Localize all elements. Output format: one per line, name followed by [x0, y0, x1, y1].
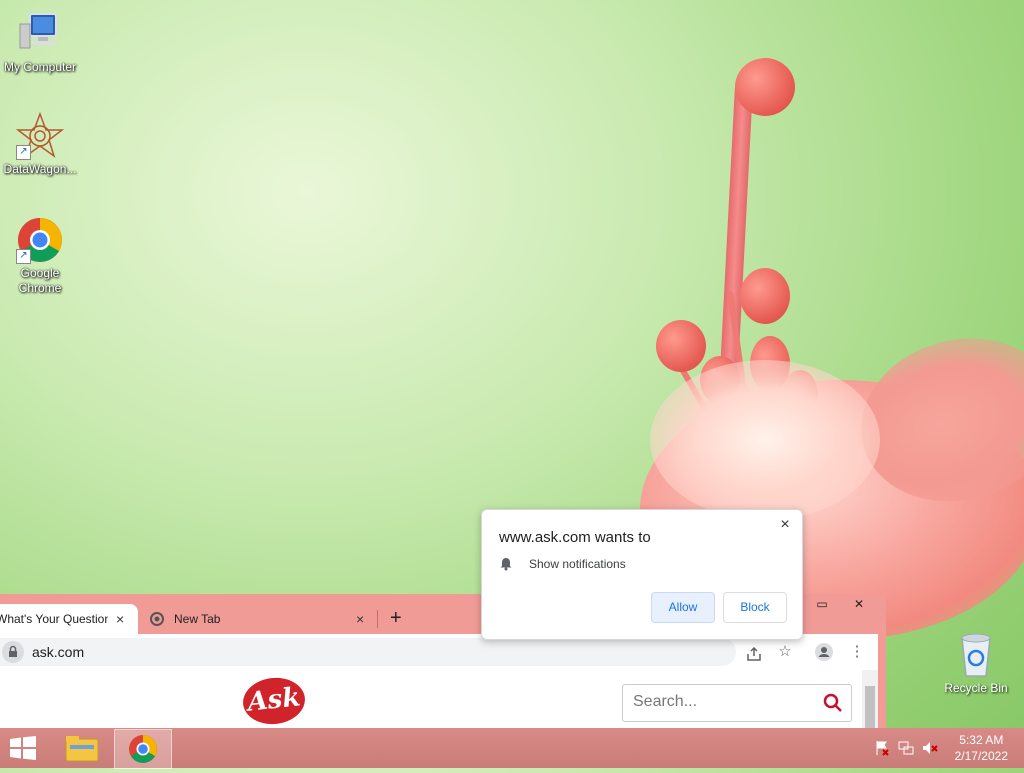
- page-scrollbar[interactable]: [862, 670, 878, 734]
- tab-close-button[interactable]: ×: [356, 611, 364, 627]
- recycle-bin-label: Recycle Bin: [944, 681, 1008, 695]
- address-bar[interactable]: ask.com: [0, 638, 761, 666]
- chrome-icon: ↗: [16, 216, 64, 264]
- chrome-favicon-icon: [150, 612, 164, 626]
- recycle-bin-icon: [961, 633, 991, 677]
- share-icon[interactable]: [744, 646, 764, 666]
- bookmark-star-icon[interactable]: ☆: [775, 642, 795, 662]
- clock-date: 2/17/2022: [954, 749, 1008, 763]
- lock-icon[interactable]: [2, 641, 24, 663]
- clock-time: 5:32 AM: [959, 733, 1004, 747]
- shortcut-arrow-icon: ↗: [16, 145, 31, 160]
- menu-kebab-icon[interactable]: ⋮: [847, 642, 867, 662]
- search-icon[interactable]: [823, 693, 843, 713]
- taskbar: 5:32 AM 2/17/2022: [0, 728, 1024, 769]
- notification-permission-popup: www.ask.com wants to × Show notification…: [481, 509, 803, 640]
- desktop-icon-label: Google Chrome: [18, 266, 62, 295]
- folder-icon: [65, 736, 99, 762]
- network-icon[interactable]: [898, 740, 914, 756]
- desktop-icon-label: My Computer: [3, 60, 77, 74]
- tab-separator: [377, 610, 378, 628]
- desktop-icon-label: DataWagon...: [3, 162, 77, 176]
- taskbar-file-explorer[interactable]: [54, 729, 110, 767]
- tab-label: What's Your Question?: [0, 612, 108, 626]
- start-button[interactable]: [8, 736, 38, 760]
- window-close-button[interactable]: ✕: [840, 594, 878, 614]
- tab-ask[interactable]: What's Your Question? ×: [0, 604, 138, 634]
- action-center-flag-icon[interactable]: [874, 740, 890, 756]
- desktop-icon-my-computer[interactable]: My Computer: [0, 10, 80, 75]
- address-url: ask.com: [32, 644, 85, 660]
- system-clock[interactable]: 5:32 AM 2/17/2022: [955, 732, 1008, 764]
- ask-logo[interactable]: Ask: [240, 674, 308, 728]
- permission-row: Show notifications: [499, 557, 626, 571]
- new-tab-button[interactable]: +: [390, 606, 402, 630]
- search-placeholder: Search...: [633, 693, 698, 710]
- volume-muted-icon[interactable]: [922, 740, 938, 756]
- windows-logo-icon: [10, 736, 36, 760]
- restore-button[interactable]: ▭: [810, 594, 834, 614]
- page-content: Ask Search...: [0, 670, 878, 734]
- popup-close-button[interactable]: ×: [776, 516, 794, 534]
- profile-icon[interactable]: [814, 642, 834, 662]
- desktop-icon-google-chrome[interactable]: ↗ Google Chrome: [0, 216, 80, 296]
- tab-close-button[interactable]: ×: [116, 611, 124, 627]
- taskbar-chrome[interactable]: [114, 729, 172, 769]
- block-button[interactable]: Block: [723, 592, 787, 623]
- datawagon-icon: ↗: [15, 111, 65, 160]
- bell-icon: [499, 557, 513, 571]
- popup-title: www.ask.com wants to: [499, 529, 651, 546]
- tab-label: New Tab: [174, 612, 221, 626]
- allow-button[interactable]: Allow: [651, 592, 715, 623]
- tab-new-tab[interactable]: New Tab ×: [140, 604, 376, 634]
- computer-icon: [16, 10, 64, 58]
- permission-label: Show notifications: [529, 557, 626, 571]
- desktop-icon-datawagon[interactable]: ↗ DataWagon...: [0, 111, 80, 177]
- search-input[interactable]: Search...: [622, 684, 852, 722]
- scrollbar-thumb[interactable]: [865, 686, 875, 734]
- chrome-icon: [129, 735, 157, 763]
- shortcut-arrow-icon: ↗: [16, 249, 31, 264]
- desktop-icon-recycle-bin[interactable]: Recycle Bin: [936, 630, 1016, 695]
